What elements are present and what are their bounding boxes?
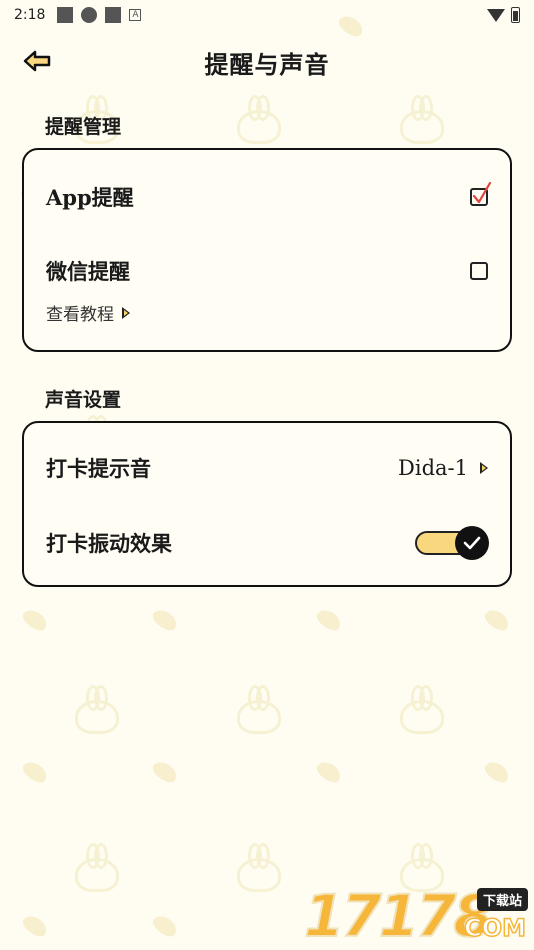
tutorial-link-label: 查看教程 bbox=[46, 305, 114, 325]
back-arrow-icon bbox=[23, 50, 51, 72]
battery-icon bbox=[511, 7, 520, 23]
checkin-sound-row[interactable]: 打卡提示音 Dida-1 bbox=[46, 451, 488, 485]
checkin-sound-value: Dida-1 bbox=[398, 456, 468, 480]
notification-icon bbox=[57, 7, 74, 23]
checkin-vibration-label: 打卡振动效果 bbox=[46, 531, 172, 556]
checkin-vibration-row: 打卡振动效果 bbox=[46, 525, 489, 561]
site-watermark: 17178 下载站 COM bbox=[303, 882, 530, 950]
triangle-right-icon bbox=[480, 462, 488, 474]
app-reminder-checkbox[interactable] bbox=[470, 181, 492, 206]
reminder-card: App提醒 微信提醒 查看教程 bbox=[22, 148, 512, 352]
status-time: 2:18 bbox=[14, 7, 46, 23]
a-badge-icon: A bbox=[129, 9, 142, 21]
page-title: 提醒与声音 bbox=[204, 49, 330, 79]
wechat-reminder-checkbox[interactable] bbox=[470, 262, 488, 280]
watermark-badge: 下载站 bbox=[476, 888, 528, 911]
checkmark-icon bbox=[472, 181, 492, 204]
wechat-reminder-row[interactable]: 微信提醒 bbox=[46, 254, 488, 288]
app-notification-icon bbox=[81, 7, 98, 23]
watermark-number: 17178 bbox=[303, 882, 495, 950]
notification-icon-2 bbox=[105, 7, 122, 23]
tutorial-link[interactable]: 查看教程 bbox=[46, 300, 130, 325]
vibration-toggle[interactable] bbox=[415, 526, 489, 560]
app-reminder-row[interactable]: App提醒 bbox=[46, 180, 492, 214]
triangle-right-icon bbox=[122, 306, 130, 319]
app-reminder-label: App提醒 bbox=[46, 185, 134, 210]
header: 提醒与声音 bbox=[0, 40, 534, 84]
check-icon bbox=[463, 536, 481, 550]
toggle-knob bbox=[455, 526, 489, 560]
back-button[interactable] bbox=[22, 48, 52, 74]
sound-card: 打卡提示音 Dida-1 打卡振动效果 bbox=[22, 421, 512, 587]
wifi-icon bbox=[487, 8, 505, 22]
wechat-reminder-label: 微信提醒 bbox=[46, 259, 130, 284]
section-title-sound: 声音设置 bbox=[45, 389, 122, 411]
status-bar: 2:18 A bbox=[0, 0, 534, 30]
checkin-sound-label: 打卡提示音 bbox=[46, 456, 151, 481]
section-title-reminders: 提醒管理 bbox=[45, 116, 122, 138]
watermark-domain: COM bbox=[463, 913, 526, 943]
